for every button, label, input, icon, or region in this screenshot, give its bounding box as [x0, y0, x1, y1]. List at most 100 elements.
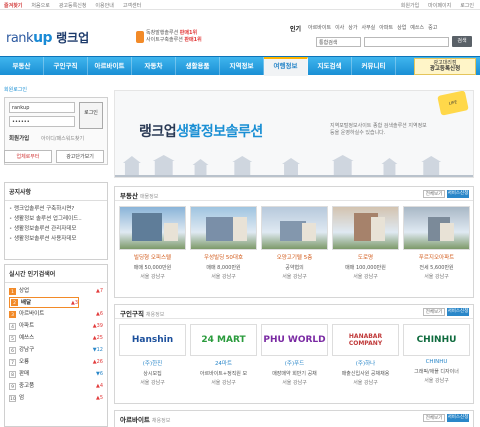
ad-price-button[interactable]: 광고단가보기 — [56, 150, 104, 163]
job-card[interactable]: CHINHU CHINHU 그래픽/애플 디자이너 서울 강남구 — [403, 324, 470, 386]
find-account-link[interactable]: 아이디/패스워드찾기 — [41, 135, 84, 142]
rank-change: ▲4 — [96, 380, 103, 392]
job-card[interactable]: 24 MART 24마트 아르바이트+정직원 모 서울 강남구 — [190, 324, 257, 386]
realestate-card[interactable]: 푸르지오아파트 전세 5,600만원 서울 강남구 — [403, 206, 470, 280]
property-name: 도로명 — [357, 255, 374, 261]
rank-keyword: 상업 — [19, 288, 30, 294]
property-price: 매매 100,000만원 — [345, 265, 386, 271]
rank-change-value: 6 — [99, 311, 103, 317]
nav-parttime[interactable]: 아르바이트 — [88, 57, 132, 76]
link-guide[interactable]: 이용안내 — [95, 2, 113, 9]
link-signup[interactable]: 회원가입 — [401, 2, 419, 9]
popular-keyword[interactable]: 아파트 — [379, 24, 393, 33]
realestate-card[interactable]: 우성빌딩 50대호 매매 8,000만원 서울 강남구 — [190, 206, 257, 280]
rank-number: 10 — [9, 394, 16, 402]
nav-goods[interactable]: 생활용품 — [176, 57, 220, 76]
realestate-card[interactable]: 오양고기텔 5층 공약협의 서울 강남구 — [261, 206, 328, 280]
link-ad-request[interactable]: 광고등록신청 — [59, 2, 87, 9]
nav-cars[interactable]: 자동차 — [132, 57, 176, 76]
rank-item[interactable]: 9 중고품 ▲4 — [9, 380, 103, 392]
rank-item[interactable]: 4 아파트 ▲39 — [9, 320, 103, 332]
job-card[interactable]: PHU WORLD (주)푸드 매장매약 회반기 공채 서울 강남구 — [261, 324, 328, 386]
view-all-button[interactable]: 전체보기 — [423, 308, 445, 316]
login-button[interactable]: 로그인 — [79, 102, 103, 129]
popular-keyword[interactable]: 중고 — [428, 24, 437, 33]
popular-keyword[interactable]: 예쓰스 — [410, 24, 424, 33]
rank-change-value: 5 — [99, 395, 103, 401]
search-scope-select[interactable]: 통합검색 — [316, 36, 361, 47]
realestate-card[interactable]: 빌딩형 오피스텔 매매 50,000만원 서울 강남구 — [119, 206, 186, 280]
service-request-button[interactable]: 서비스신청 — [447, 414, 469, 422]
promo-line2: 사이트구축솔루션 — [146, 37, 185, 43]
promo-banner[interactable]: 독창발행솔루션 판매1위 사이트구축솔루션 판매1위 — [136, 30, 202, 44]
popular-keyword[interactable]: 이사 — [335, 24, 344, 33]
rank-change: ▲6 — [96, 308, 103, 320]
rank-change: ▲25 — [93, 332, 103, 344]
site-logo[interactable]: rankup 랭크업 — [6, 29, 89, 46]
rank-keyword: 예쓰스 — [19, 335, 35, 341]
job-card[interactable]: Hanshin (주)한진 상시모집 서울 강남구 — [119, 324, 186, 386]
service-request-button[interactable]: 서비스신청 — [447, 190, 469, 198]
rank-item[interactable]: 6 강남구 ▼12 — [9, 344, 103, 356]
view-all-button[interactable]: 전체보기 — [423, 414, 445, 422]
hero-title-pre: 랭크업 — [139, 124, 177, 140]
top-utility-bar: 즐겨찾기 처음으로 광고등록신청 이용안내 고객센터 회원가입 마이페이지 로그… — [0, 0, 480, 10]
property-photo — [119, 206, 186, 250]
rank-item[interactable]: 5 예쓰스 ▲25 — [9, 332, 103, 344]
job-title: 그래픽/애플 디자이너 — [414, 369, 459, 375]
rank-item[interactable]: 2 배달 ▲3 — [9, 297, 79, 308]
section-subtitle: 매물정보 — [139, 194, 159, 200]
popular-keyword[interactable]: 상가 — [348, 24, 357, 33]
rank-item[interactable]: 1 상업 ▲7 — [9, 285, 103, 297]
property-photo — [190, 206, 257, 250]
job-title: 매출신입사원 공채채용 — [341, 371, 390, 377]
nav-map[interactable]: 지도검색 — [308, 57, 352, 76]
jobs-section: 구인구직 채용정보 전체보기 서비스신청 Hanshin (주)한진 상시모집 서울 강… — [114, 304, 474, 404]
rank-change: ▲26 — [93, 356, 103, 368]
signup-link[interactable]: 회원가입 — [9, 134, 29, 142]
rank-item[interactable]: 7 오룡 ▲26 — [9, 356, 103, 368]
notice-title: 공지사항 — [5, 183, 107, 201]
nav-realestate[interactable]: 부동산 — [0, 57, 44, 76]
notice-item[interactable]: 랭크업솔루션 구축하시면? — [9, 204, 103, 214]
ad-request-banner[interactable]: 광고대리점 광고등록신청 — [414, 58, 476, 75]
hero-banner[interactable]: 랭크업생활정보솔루션 지역포털정보사이트 종합 검색솔루션 지역정보 등을 운영… — [114, 90, 474, 178]
nav-jobs[interactable]: 구인구직 — [44, 57, 88, 76]
rank-number: 9 — [9, 382, 16, 390]
id-input[interactable]: rankup — [9, 102, 75, 113]
rank-change: ▲3 — [71, 297, 78, 309]
service-request-button[interactable]: 서비스신청 — [447, 308, 469, 316]
link-support[interactable]: 고객센터 — [123, 2, 141, 9]
popular-keyword[interactable]: 상업 — [397, 24, 406, 33]
property-name: 빌딩형 오피스텔 — [133, 255, 172, 261]
logo-text-ko: 랭크업 — [56, 31, 90, 45]
popular-keyword[interactable]: 사무실 — [361, 24, 375, 33]
top-left-links: 즐겨찾기 처음으로 광고등록신청 이용안내 고객센터 — [4, 2, 141, 9]
promo-line2-hot: 판매1위 — [184, 37, 202, 43]
link-bookmark[interactable]: 즐겨찾기 — [4, 2, 22, 9]
search-button[interactable]: 검색 — [452, 36, 472, 47]
password-input[interactable]: •••••• — [9, 116, 75, 127]
view-all-button[interactable]: 전체보기 — [423, 190, 445, 198]
nav-community[interactable]: 커뮤니티 — [352, 57, 396, 76]
link-home[interactable]: 처음으로 — [31, 2, 49, 9]
rank-item[interactable]: 3 아르바이트 ▲6 — [9, 308, 103, 320]
notice-item[interactable]: 생활정보솔루션 관리자데모 — [9, 224, 103, 234]
link-mypage[interactable]: 마이페이지 — [428, 2, 451, 9]
job-card[interactable]: HANABAR COMPANY (주)하나 매출신입사원 공채채용 서울 강남구 — [332, 324, 399, 386]
job-location: 서울 강남구 — [211, 380, 236, 386]
business-button[interactable]: 업체로부터 — [4, 150, 52, 163]
realestate-card[interactable]: 도로명 매매 100,000만원 서울 강남구 — [332, 206, 399, 280]
notice-item[interactable]: 생활정보솔루션 사용자데모 — [9, 234, 103, 244]
search-input[interactable] — [364, 36, 449, 47]
rank-item[interactable]: 8 판매 ▼6 — [9, 368, 103, 380]
nav-local[interactable]: 지역정보 — [220, 57, 264, 76]
rank-item[interactable]: 10 엄 ▲5 — [9, 392, 103, 404]
rank-number: 3 — [9, 310, 16, 318]
notice-item[interactable]: 생활정보 솔루션 업그레이드.. — [9, 214, 103, 224]
popular-keyword[interactable]: 아르바이트 — [308, 24, 331, 33]
realtime-rank-box: 실시간 인기검색어 1 상업 ▲7 2 배달 ▲3 3 아르바이트 ▲6 4 아파트 ▲39 5 예쓰스 ▲… — [4, 264, 108, 427]
nav-travel[interactable]: 여행정보 — [264, 57, 308, 76]
link-login[interactable]: 로그인 — [460, 2, 474, 9]
hero-badge: LIFE — [437, 91, 469, 116]
